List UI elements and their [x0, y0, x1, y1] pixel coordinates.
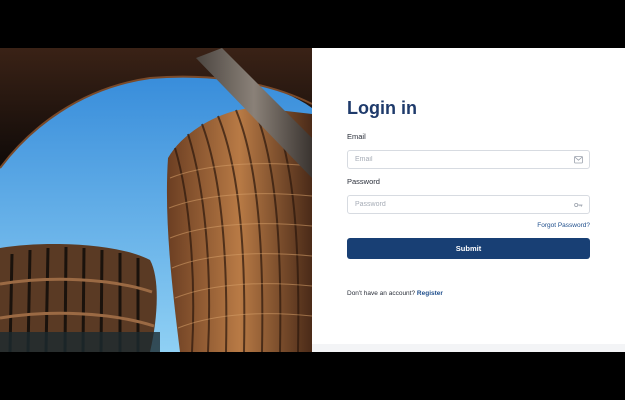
password-input[interactable] [355, 196, 565, 213]
page-title: Login in [347, 98, 417, 118]
email-field[interactable] [347, 150, 590, 169]
register-prompt: Don't have an account? Register [347, 290, 443, 297]
key-icon[interactable] [574, 201, 583, 209]
password-field[interactable] [347, 195, 590, 214]
email-label: Email [347, 132, 366, 141]
login-page: Login in Email Password Forgot Password?… [0, 48, 625, 352]
email-input[interactable] [355, 151, 565, 168]
login-panel: Login in Email Password Forgot Password?… [312, 48, 625, 352]
envelope-icon [574, 156, 583, 164]
submit-button[interactable]: Submit [347, 238, 590, 259]
building-photo [0, 48, 312, 352]
password-label: Password [347, 177, 380, 186]
panel-bottom-strip [312, 344, 625, 352]
register-link[interactable]: Register [417, 290, 443, 297]
forgot-password-link[interactable]: Forgot Password? [537, 222, 590, 229]
register-prompt-text: Don't have an account? [347, 290, 416, 297]
